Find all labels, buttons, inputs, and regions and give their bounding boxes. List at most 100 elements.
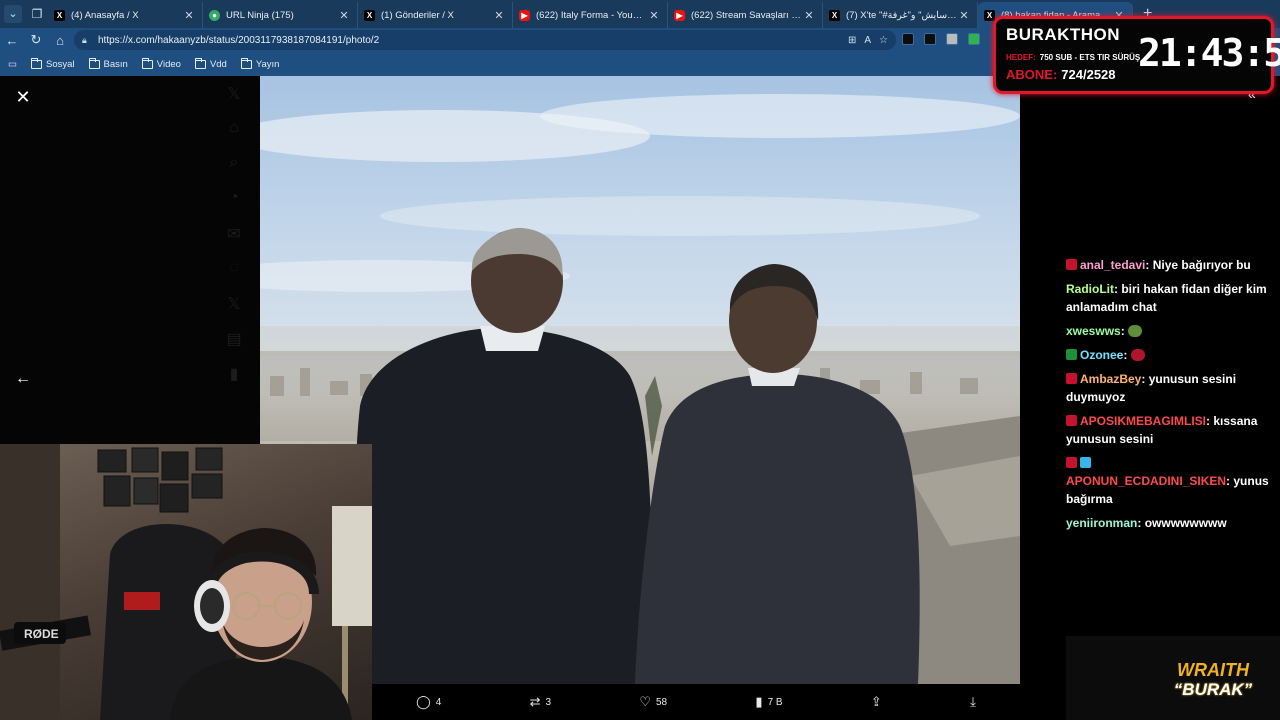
app-available-icon[interactable]: ⊞ [848,35,856,46]
views-chart-icon: ▮ [755,694,763,709]
extension-icon[interactable] [946,33,958,45]
url-text: https://x.com/hakaanyzb/status/200311793… [98,34,380,46]
reply-button[interactable]: ◯ 4 [416,694,441,710]
extension-icon[interactable] [924,33,936,45]
streamer-webcam: RØDE [0,444,372,720]
close-viewer-icon[interactable]: ✕ [12,86,34,108]
extension-icon[interactable] [968,33,980,45]
tweet-photo [260,76,1020,684]
browser-tab[interactable]: X (1) Gönderiler / X ✕ [358,2,513,28]
bookmark-label: Vdd [209,58,227,70]
subscriber-count-line: ABONE: 724/2528 [1006,67,1116,82]
lists-icon: ▤ [226,331,242,348]
x-logo-icon: X [829,9,840,21]
reading-view-icon[interactable]: ▭ [8,59,17,70]
bookmark-label: Sosyal [45,58,75,70]
chat-username: APONUN_ECDADINI_SIKEN [1066,474,1227,488]
close-tab-icon[interactable]: ✕ [647,9,661,22]
goal-line: HEDEF: 750 SUB - ETS TIR SÜRÜŞ [1006,53,1140,62]
chat-message: APONUN_ECDADINI_SIKEN: yunus bağırma [1066,454,1272,508]
subathon-title: BURAKTHON [1006,25,1121,44]
browser-tab[interactable]: X (7) X'te "#حلب في "الأسايش" و"غرفة ✕ [823,2,978,28]
x-logo-icon: 𝕏 [227,86,241,103]
close-tab-icon[interactable]: ✕ [492,9,506,22]
lock-icon: 🔒︎ [82,35,87,45]
browser-tab[interactable]: ▶ (622) Italy Forma - YouTube ✕ [513,2,668,28]
x-logo-icon: X [364,9,375,21]
subscriber-value: 724/2528 [1061,67,1116,82]
goal-label: HEDEF: [1006,53,1036,62]
previous-photo-arrow-icon[interactable]: ← [12,370,34,392]
tab-title: (1) Gönderiler / X [381,9,454,21]
extensions-area [902,33,980,45]
rose-emote-icon [1130,349,1145,361]
tweet-action-bar: ◯ 4 ⇄ 3 ♡ 58 ▮ 7 B ⇪ ⤓ [372,684,1020,720]
bookmark-folder[interactable]: Yayın [240,57,279,70]
subscriber-badge-icon [1066,415,1077,426]
subathon-timer-overlay: BURAKTHON HEDEF: 750 SUB - ETS TIR SÜRÜŞ … [993,16,1280,94]
bookmark-folder[interactable]: Sosyal [30,57,75,70]
bookmark-folder[interactable]: Vdd [194,57,227,70]
back-arrow-icon[interactable]: ← [0,28,24,52]
chat-message: anal_tedavi: Niye bağırıyor bu [1066,256,1272,274]
tab-title: (622) Stream Savaşları | Ebo x Uz [691,9,802,21]
share-icon: ⇪ [870,694,882,709]
messages-icon: ✉ [227,226,241,243]
chat-username: anal_tedavi [1080,258,1146,272]
chat-text: Niye bağırıyor bu [1152,258,1251,272]
chat-message: APOSIKMEBAGIMLISI: kıssana yunusun sesin… [1066,414,1258,446]
chat-message: Ozonee: [1066,346,1272,364]
refresh-icon[interactable]: ↻ [24,28,48,52]
wraith-burak-logo: WRAITH “BURAK” [1158,660,1268,704]
cube-badge-icon [1080,457,1091,468]
favorite-star-icon[interactable]: ☆ [879,35,888,46]
chevron-down-icon: ⌄ [4,5,22,23]
repost-button[interactable]: ⇄ 3 [530,694,551,710]
bookmark-folder[interactable]: Basın [88,57,128,70]
tab-actions-menu-button[interactable]: ⌄ [0,0,26,28]
share-button[interactable]: ⇪ [871,694,882,710]
folder-icon [240,57,252,69]
download-icon: ⤓ [970,694,976,709]
svg-text:RØDE: RØDE [24,627,59,641]
close-tab-icon[interactable]: ✕ [957,9,971,22]
read-aloud-icon[interactable]: A [864,35,871,46]
folder-icon [194,57,206,69]
close-tab-icon[interactable]: ✕ [802,9,816,22]
browser-tab[interactable]: ● URL Ninja (175) ✕ [203,2,358,28]
webcam-scene: RØDE [0,444,372,720]
bookmark-icon: ▮ [229,366,239,383]
home-icon: ⌂ [229,119,239,136]
chat-username: xweswws [1066,324,1121,338]
chat-message: RadioLit: biri hakan fidan diğer kim anl… [1066,282,1267,314]
download-button[interactable]: ⤓ [970,694,976,710]
browser-tab[interactable]: ▶ (622) Stream Savaşları | Ebo x Uz ✕ [668,2,823,28]
tab-title: (622) Italy Forma - YouTube [536,9,647,21]
like-button[interactable]: ♡ 58 [639,694,667,710]
screen: ⌄ ❐ X (4) Anasayfa / X ✕ ● URL Ninja (17… [0,0,1280,720]
photo-scene [260,94,1020,684]
subscriber-badge-icon [1066,373,1077,384]
notifications-icon: ◔ [229,189,239,206]
x-sidebar-dimmed: 𝕏 ⌂ ⌕ ◔ ✉ ◌ 𝕏 ▤ ▮ [225,84,247,383]
close-tab-icon[interactable]: ✕ [337,9,351,22]
chat-username: Ozonee [1080,348,1124,362]
brand-line-1: WRAITH [1177,660,1249,680]
extension-icon[interactable] [902,33,914,45]
close-tab-icon[interactable]: ✕ [182,9,196,22]
home-icon[interactable]: ⌂ [48,28,72,52]
views-button[interactable]: ▮ 7 B [755,694,782,710]
address-bar[interactable]: 🔒︎ https://x.com/hakaanyzb/status/200311… [74,30,896,50]
chat-username: APOSIKMEBAGIMLISI [1080,414,1207,428]
x-logo-icon: X [984,9,995,21]
browser-tab[interactable]: X (4) Anasayfa / X ✕ [48,2,203,28]
bookmark-folder[interactable]: Video [141,57,181,70]
folder-icon [88,57,100,69]
chat-username: yeniironman [1066,516,1138,530]
tab-title: URL Ninja (175) [226,9,294,21]
workspaces-icon[interactable]: ❐ [26,0,48,28]
repost-count: 3 [545,696,552,708]
address-bar-actions: ⊞ A ☆ [848,35,896,46]
subscriber-label: ABONE: [1006,67,1058,82]
chat-message: xweswws: [1066,322,1272,340]
